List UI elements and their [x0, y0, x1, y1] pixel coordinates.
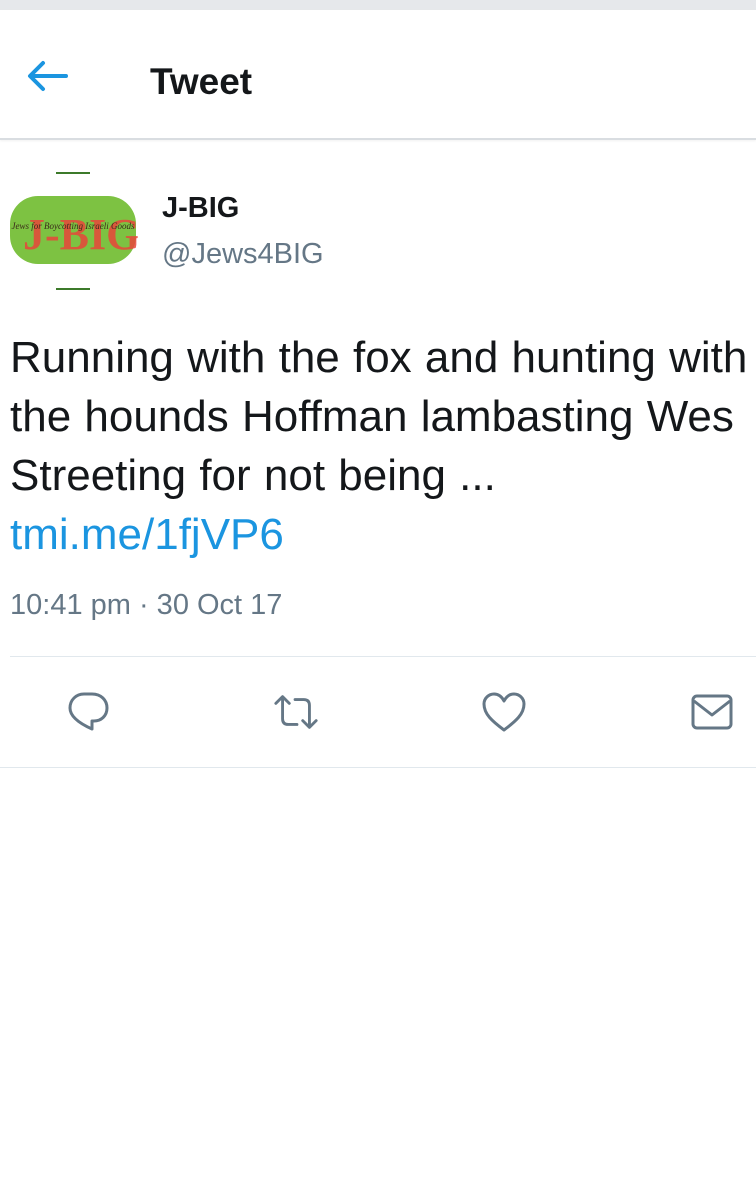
- tweet-text: Running with the fox and hunting with th…: [10, 328, 752, 564]
- author-display-name[interactable]: J-BIG: [162, 190, 239, 226]
- reply-icon: [68, 692, 109, 731]
- page-title: Tweet: [150, 61, 253, 102]
- back-arrow-icon: [28, 61, 68, 91]
- like-button[interactable]: [480, 688, 528, 736]
- status-strip: [0, 0, 756, 10]
- retweet-button[interactable]: [272, 688, 320, 736]
- tweet-body: Running with the fox and hunting with th…: [10, 333, 748, 500]
- divider: [0, 767, 756, 768]
- tweet-timestamp: 10:41 pm · 30 Oct 17: [10, 589, 283, 621]
- avatar[interactable]: J-BIG Jews for Boycotting Israeli Goods: [8, 166, 138, 296]
- top-bar: Tweet: [0, 10, 756, 140]
- svg-text:Jews for Boycotting Israeli Go: Jews for Boycotting Israeli Goods: [12, 221, 135, 231]
- envelope-icon: [691, 694, 733, 730]
- reply-button[interactable]: [64, 688, 112, 736]
- svg-text:J-BIG: J-BIG: [23, 210, 138, 259]
- heart-icon: [482, 692, 526, 732]
- divider: [10, 656, 756, 657]
- j-big-logo: J-BIG Jews for Boycotting Israeli Goods: [10, 172, 138, 290]
- back-button[interactable]: [22, 54, 72, 98]
- retweet-icon: [274, 695, 318, 729]
- author-handle[interactable]: @Jews4BIG: [162, 236, 324, 272]
- direct-message-button[interactable]: [688, 688, 736, 736]
- tweet-link[interactable]: tmi.me/1fjVP6: [10, 510, 284, 559]
